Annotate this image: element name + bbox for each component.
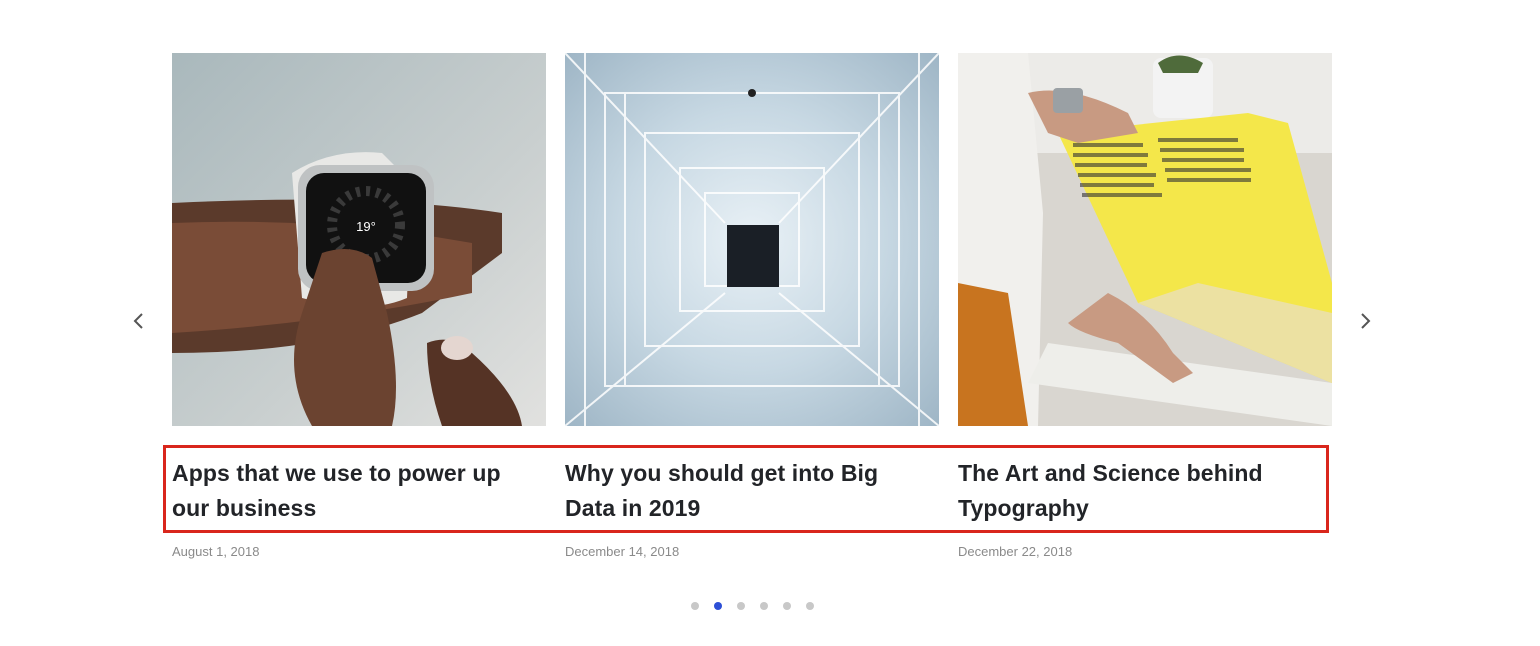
post-card[interactable]: The Art and Science behind Typography De… — [958, 53, 1332, 559]
post-card[interactable]: Why you should get into Big Data in 2019… — [565, 53, 939, 559]
chevron-left-icon — [133, 313, 143, 329]
post-thumbnail[interactable] — [958, 53, 1332, 426]
post-date: August 1, 2018 — [172, 544, 260, 559]
pagination-dot[interactable] — [691, 602, 699, 610]
post-date: December 22, 2018 — [958, 544, 1073, 559]
pagination-dot[interactable] — [806, 602, 814, 610]
chevron-right-icon — [1361, 313, 1371, 329]
carousel-pagination — [691, 602, 814, 610]
post-thumbnail[interactable] — [565, 53, 939, 426]
post-carousel: 19° Apps that we use to power up our bus… — [0, 0, 1540, 646]
post-thumbnail[interactable]: 19° — [172, 53, 546, 426]
pagination-dot[interactable] — [760, 602, 768, 610]
pagination-dot-active[interactable] — [714, 602, 722, 610]
post-title[interactable]: Why you should get into Big Data in 2019 — [565, 456, 933, 526]
post-title[interactable]: The Art and Science behind Typography — [958, 456, 1326, 526]
post-title[interactable]: Apps that we use to power up our busines… — [172, 456, 540, 526]
yellow-magazine-photo — [958, 53, 1332, 426]
carousel-prev-button[interactable] — [126, 308, 150, 334]
pagination-dot[interactable] — [737, 602, 745, 610]
smartwatch-on-wrist-photo: 19° — [172, 53, 546, 426]
svg-text:19°: 19° — [356, 219, 376, 234]
pagination-dot[interactable] — [783, 602, 791, 610]
post-date: December 14, 2018 — [565, 544, 680, 559]
light-corridor-photo — [565, 53, 939, 426]
post-card[interactable]: 19° Apps that we use to power up our bus… — [172, 53, 546, 559]
carousel-next-button[interactable] — [1354, 308, 1378, 334]
